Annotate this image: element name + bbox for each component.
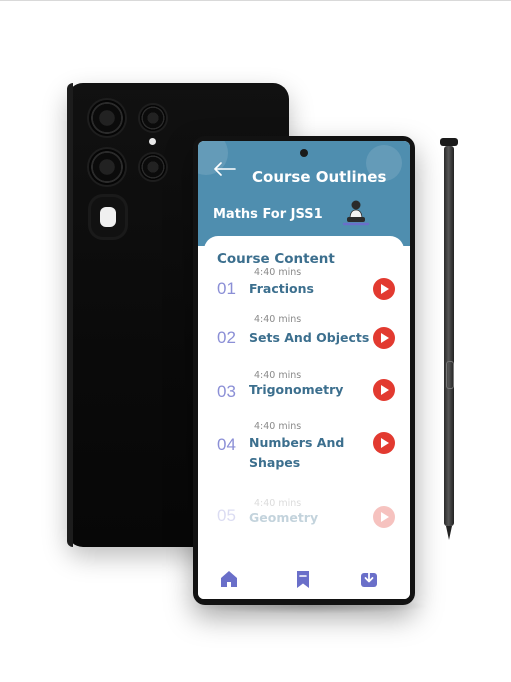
lesson-item[interactable]: 05 4:40 mins Geometry <box>198 498 410 538</box>
phone-front-device: Course Outlines Maths For JSS1 Course Co… <box>193 136 415 605</box>
lesson-number: 04 <box>217 435 236 454</box>
lesson-title: Trigonometry <box>249 382 344 397</box>
stylus-pen <box>440 138 458 543</box>
play-button-icon[interactable] <box>373 327 395 349</box>
lesson-title: Geometry <box>249 510 319 525</box>
lesson-title-line-1: Numbers And <box>249 435 345 450</box>
lesson-title-line-2: Shapes <box>249 455 301 470</box>
lesson-number: 02 <box>217 328 236 347</box>
front-camera-dot <box>300 149 308 157</box>
camera-flash <box>149 138 156 145</box>
home-icon[interactable] <box>218 568 240 590</box>
play-button-icon[interactable] <box>373 432 395 454</box>
back-arrow-icon[interactable] <box>214 162 236 176</box>
page-title: Course Outlines <box>252 168 387 186</box>
section-title: Course Content <box>217 251 335 267</box>
stylus-body <box>444 146 454 526</box>
top-divider <box>0 0 511 1</box>
lesson-item[interactable]: 03 4:40 mins Trigonometry <box>198 370 410 410</box>
student-avatar-icon <box>342 199 370 229</box>
bookmark-icon[interactable] <box>292 568 314 590</box>
download-icon[interactable] <box>358 568 380 590</box>
play-button-icon[interactable] <box>373 278 395 300</box>
play-button-icon[interactable] <box>373 379 395 401</box>
lesson-duration: 4:40 mins <box>254 314 302 325</box>
lesson-item[interactable]: 02 4:40 mins Sets And Objects <box>198 314 410 354</box>
lesson-item[interactable]: 01 4:40 mins Fractions <box>198 267 410 307</box>
bottom-navigation <box>198 559 410 599</box>
lesson-title: Fractions <box>249 281 314 296</box>
lesson-duration: 4:40 mins <box>254 267 302 278</box>
lesson-number: 05 <box>217 506 236 525</box>
lesson-number: 03 <box>217 382 236 401</box>
camera-sensor <box>91 197 125 237</box>
stylus-button <box>446 361 454 389</box>
phone-back-edge <box>67 83 73 547</box>
camera-lens-1 <box>89 100 125 136</box>
camera-lens-small-1 <box>140 105 166 131</box>
lesson-item[interactable]: 04 4:40 mins Numbers And Shapes <box>198 421 410 475</box>
app-screen: Course Outlines Maths For JSS1 Course Co… <box>198 141 410 599</box>
play-button-icon[interactable] <box>373 506 395 528</box>
camera-lens-small-2 <box>140 154 166 180</box>
stylus-cap <box>440 138 458 146</box>
lesson-title: Sets And Objects <box>249 330 370 345</box>
lesson-number: 01 <box>217 279 236 298</box>
stylus-tip <box>446 526 452 540</box>
camera-lens-2 <box>89 149 125 185</box>
lesson-duration: 4:40 mins <box>254 421 302 432</box>
course-name: Maths For JSS1 <box>213 207 323 222</box>
